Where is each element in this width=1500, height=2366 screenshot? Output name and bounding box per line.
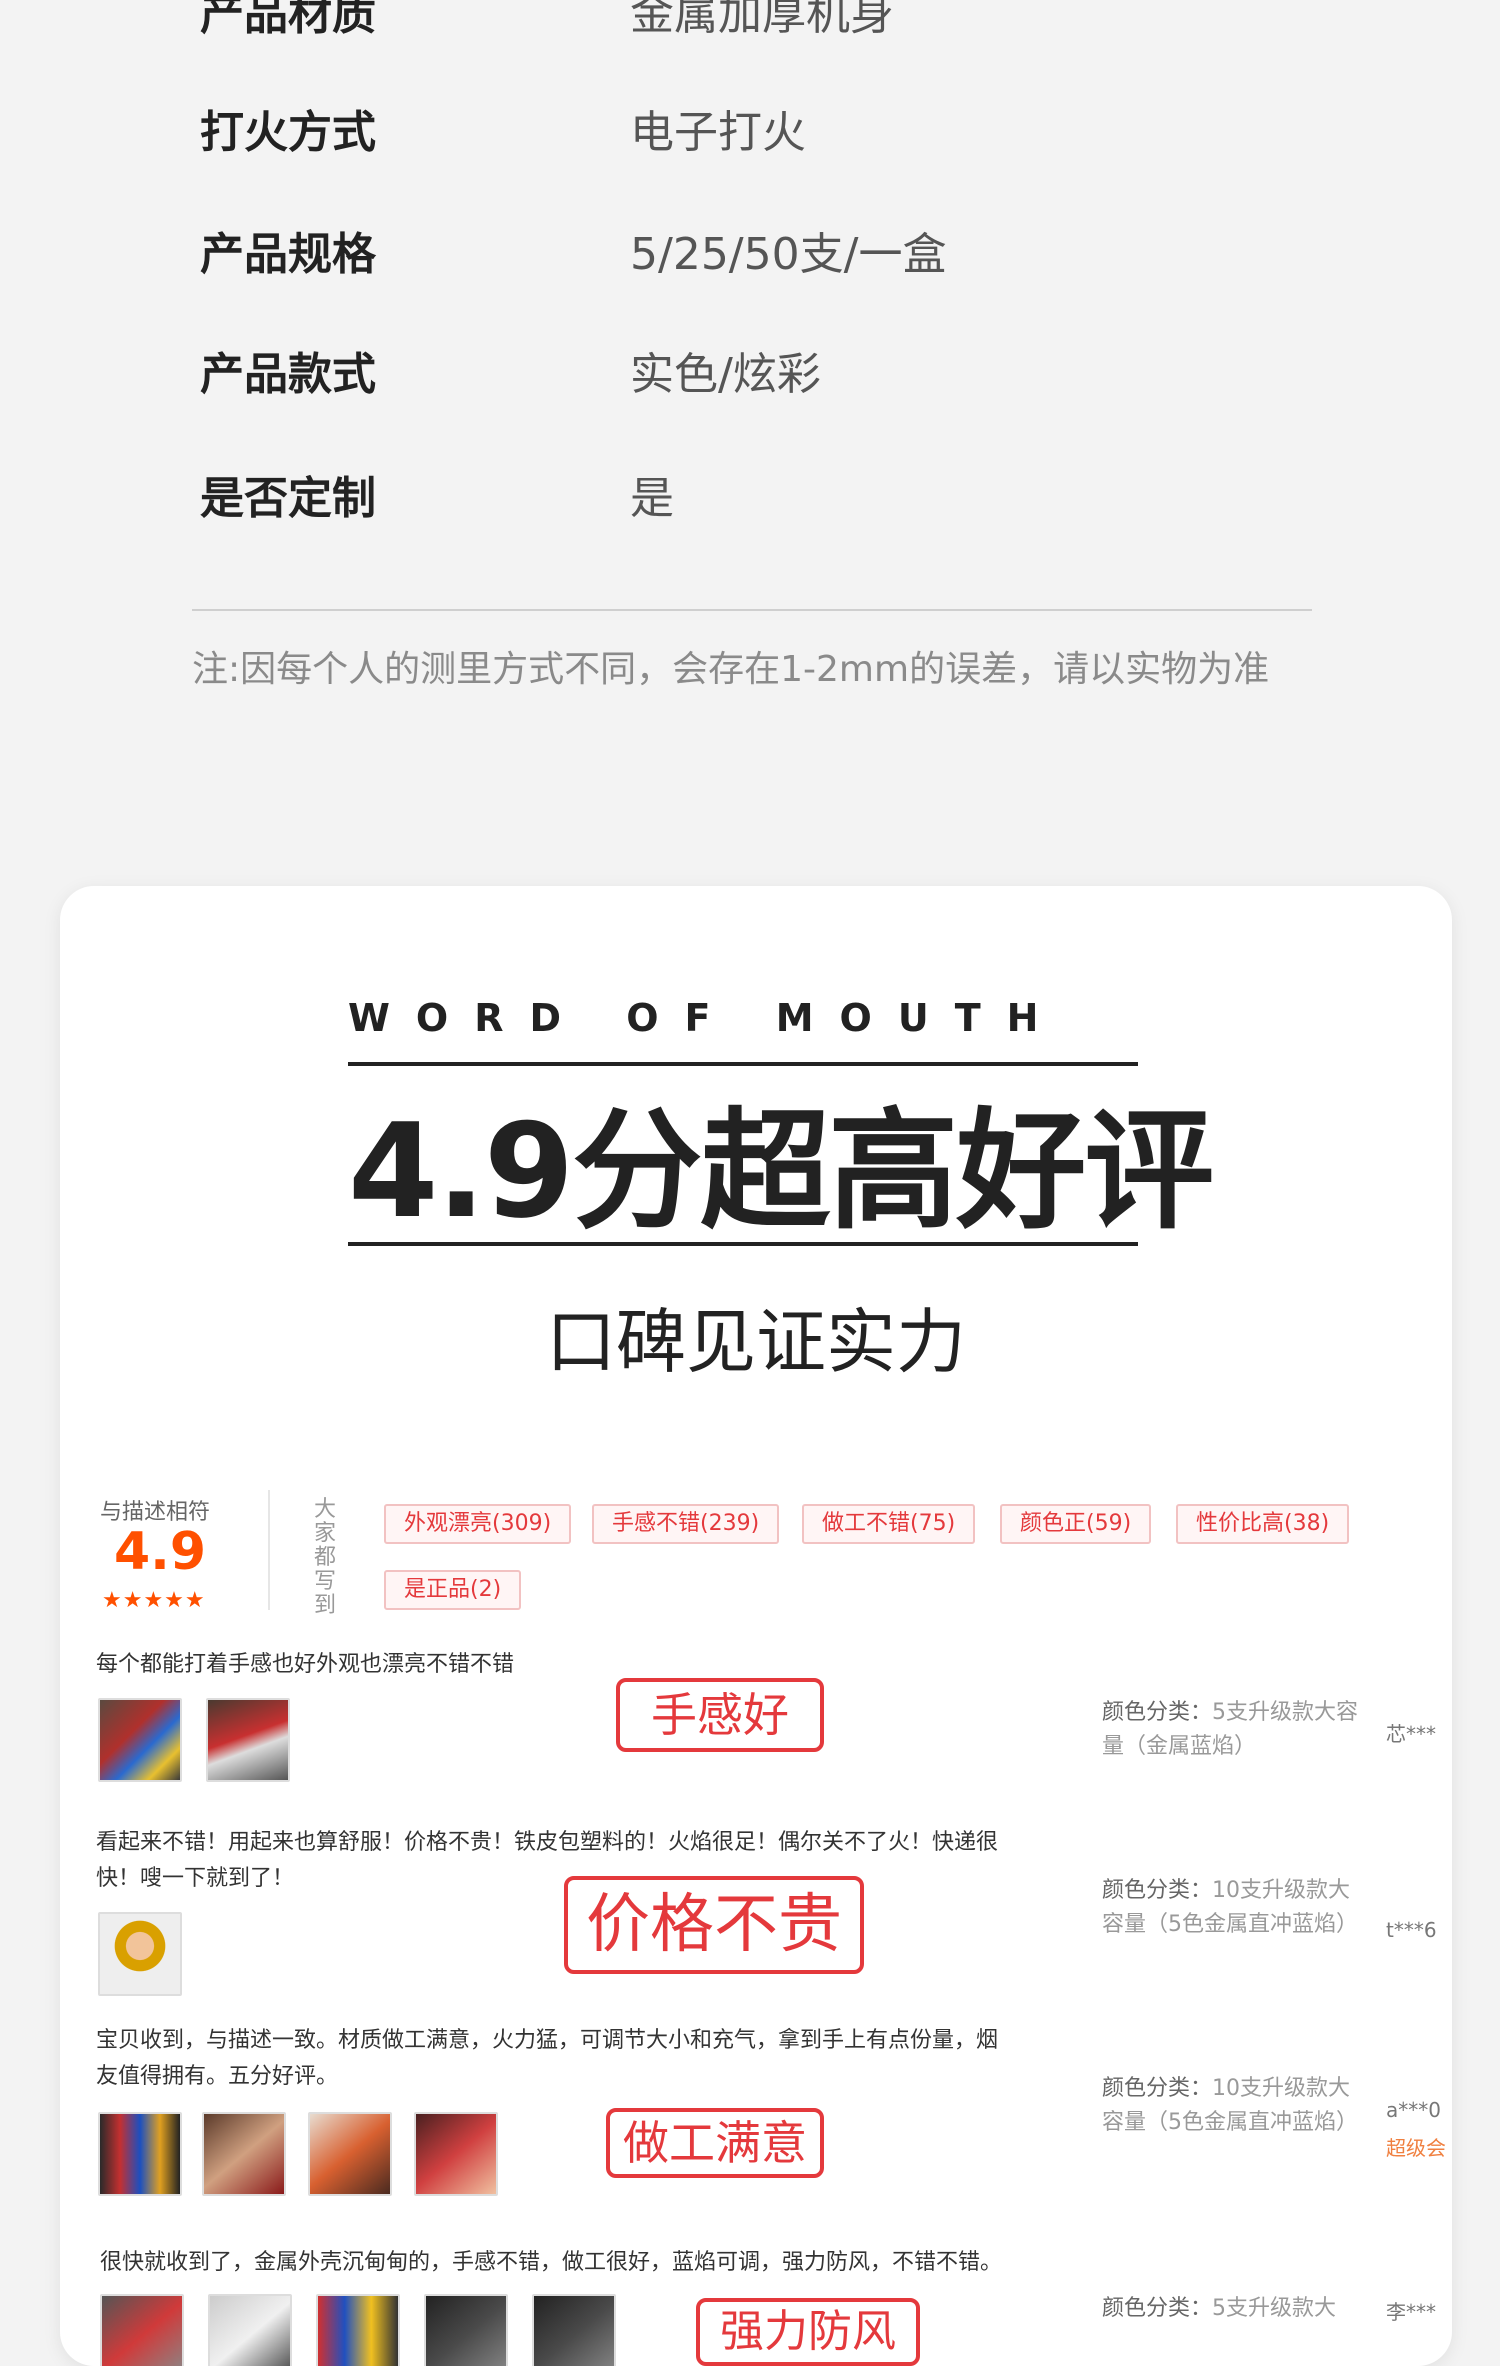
headline-rating: 4.9分超高好评 [348,1095,1214,1247]
review-text: 友值得拥有。五分好评。 [96,2064,339,2089]
spec-value: 金属加厚机身 [630,0,894,40]
review-photo[interactable] [100,2294,184,2366]
spec-label: 产品规格 [200,229,376,280]
spec-label: 是否定制 [200,473,376,524]
divider [268,1490,270,1610]
review-variant: 颜色分类：5支升级款大容量（金属蓝焰） [1102,1696,1362,1764]
reviewer-name: 李*** [1386,2300,1436,2324]
highlight-stamp: 强力防风 [696,2298,920,2366]
reviewer-level-badge: 超级会 [1386,2136,1446,2160]
reviewer-name: a***0 [1386,2098,1441,2122]
word-of-mouth-card: WORD OF MOUTH 4.9分超高好评 口碑见证实力 与描述相符 4.9 … [60,886,1452,2366]
reviewer-name: t***6 [1386,1918,1437,1942]
tags-vertical-label: 大家都写到 [313,1497,336,1618]
review-text: 每个都能打着手感也好外观也漂亮不错不错 [96,1652,515,1677]
spec-row-material: 产品材质 金属加厚机身 [0,0,1500,58]
spec-row-specification: 产品规格 5/25/50支/一盒 [0,218,1500,298]
spec-label: 打火方式 [200,107,376,158]
spec-value: 是 [630,473,674,524]
variant-key: 颜色分类： [1102,1700,1213,1725]
reviewer-name: 芯*** [1386,1722,1436,1746]
review-photo[interactable] [98,2112,182,2196]
review-text: 宝贝收到，与描述一致。材质做工满意，火力猛，可调节大小和充气，拿到手上有点份量，… [96,2028,999,2053]
review-photo[interactable] [98,1912,182,1996]
variant-value: 5支升级款大 [1212,2296,1337,2321]
variant-key: 颜色分类： [1102,1878,1213,1903]
section-eyebrow: WORD OF MOUTH [348,996,1065,1040]
measurement-note: 注:因每个人的测里方式不同，会存在1-2mm的误差，请以实物为准 [192,649,1270,690]
review-photo[interactable] [206,1698,290,1782]
review-photo[interactable] [532,2294,616,2366]
variant-key: 颜色分类： [1102,2076,1213,2101]
review-text: 看起来不错！用起来也算舒服！价格不贵！铁皮包塑料的！火焰很足！偶尔关不了火！快递… [96,1830,999,1855]
variant-key: 颜色分类： [1102,2296,1213,2321]
review-tag[interactable]: 手感不错(239) [592,1504,780,1544]
spec-row-ignition: 打火方式 电子打火 [0,96,1500,176]
review-photo[interactable] [308,2112,392,2196]
review-photo[interactable] [202,2112,286,2196]
spec-value: 实色/炫彩 [630,349,821,400]
review-text: 快！嗖一下就到了！ [96,1866,295,1891]
spec-label: 产品款式 [200,349,376,400]
review-photo[interactable] [414,2112,498,2196]
review-tag[interactable]: 外观漂亮(309) [384,1504,572,1544]
spec-label: 产品材质 [200,0,376,40]
review-variant: 颜色分类：5支升级款大 [1102,2292,1362,2326]
review-variant: 颜色分类：10支升级款大容量（5色金属直冲蓝焰） [1102,2072,1362,2140]
spec-row-customization: 是否定制 是 [0,462,1500,542]
review-tag[interactable]: 性价比高(38) [1176,1504,1350,1544]
review-tag[interactable]: 颜色正(59) [1000,1504,1152,1544]
review-tag[interactable]: 做工不错(75) [802,1504,976,1544]
divider [348,1242,1138,1246]
divider [192,609,1312,611]
spec-value: 5/25/50支/一盒 [630,229,947,280]
highlight-stamp: 做工满意 [606,2108,824,2178]
star-rating-icon: ★★★★★ [102,1588,206,1613]
review-photo[interactable] [98,1698,182,1782]
review-text: 很快就收到了，金属外壳沉甸甸的，手感不错，做工很好，蓝焰可调，强力防风，不错不错… [100,2250,1003,2275]
spec-value: 电子打火 [630,107,806,158]
highlight-stamp: 价格不贵 [564,1876,864,1974]
rating-score: 4.9 [114,1522,207,1582]
review-variant: 颜色分类：10支升级款大容量（5色金属直冲蓝焰） [1102,1874,1362,1942]
review-photo[interactable] [208,2294,292,2366]
section-subtitle: 口碑见证实力 [546,1301,966,1383]
review-tag[interactable]: 是正品(2) [384,1570,522,1610]
review-photo[interactable] [424,2294,508,2366]
spec-row-style: 产品款式 实色/炫彩 [0,338,1500,418]
highlight-stamp: 手感好 [616,1678,824,1752]
review-photo[interactable] [316,2294,400,2366]
